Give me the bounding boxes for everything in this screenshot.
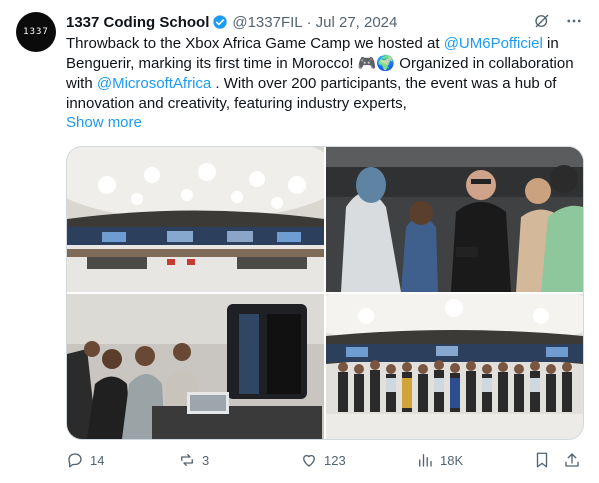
share-button[interactable]: [563, 451, 581, 469]
show-more-link[interactable]: Show more: [66, 114, 142, 131]
bookmark-button[interactable]: [533, 451, 551, 469]
share-icon: [565, 453, 579, 467]
media-grid: [66, 146, 584, 440]
mention-um6p[interactable]: @UM6Pofficiel: [444, 35, 543, 52]
separator-dot: ·: [306, 13, 312, 31]
timestamp[interactable]: Jul 27, 2024: [316, 14, 398, 31]
author-name[interactable]: 1337 Coding School: [66, 14, 209, 31]
avatar[interactable]: 1337: [16, 12, 56, 52]
tweet-text: Throwback to the Xbox Africa Game Camp w…: [66, 34, 586, 114]
more-icon[interactable]: [565, 12, 583, 30]
mention-microsoftafrica[interactable]: @MicrosoftAfrica: [97, 75, 211, 92]
verified-badge-icon: [213, 15, 228, 29]
views-button[interactable]: 18K: [416, 451, 463, 469]
like-count: 123: [324, 452, 346, 468]
header-actions: [533, 12, 583, 30]
like-button[interactable]: 123: [300, 451, 346, 469]
photo-auditorium[interactable]: [67, 147, 324, 292]
reply-count: 14: [90, 452, 105, 468]
reply-button[interactable]: 14: [66, 451, 104, 469]
bookmark-icon: [536, 452, 548, 468]
repost-icon: [181, 454, 193, 466]
action-bar: 14 3 123 18K: [66, 448, 582, 472]
photo-people-talking[interactable]: [326, 147, 583, 292]
author-handle[interactable]: @1337FIL: [232, 14, 302, 31]
views-icon: [419, 454, 432, 467]
reply-icon: [68, 453, 82, 468]
repost-count: 3: [202, 452, 210, 468]
avatar-text: 1337: [23, 27, 49, 37]
photo-group[interactable]: [326, 294, 583, 439]
tweet-header: 1337 Coding School @1337FIL · Jul 27, 20…: [66, 12, 583, 32]
like-icon: [303, 454, 315, 467]
tweet-text-part: Throwback to the Xbox Africa Game Camp w…: [66, 35, 444, 52]
repost-button[interactable]: 3: [178, 451, 209, 469]
grok-icon[interactable]: [533, 12, 551, 30]
photo-game-booth[interactable]: [67, 294, 324, 439]
views-count: 18K: [440, 452, 464, 468]
